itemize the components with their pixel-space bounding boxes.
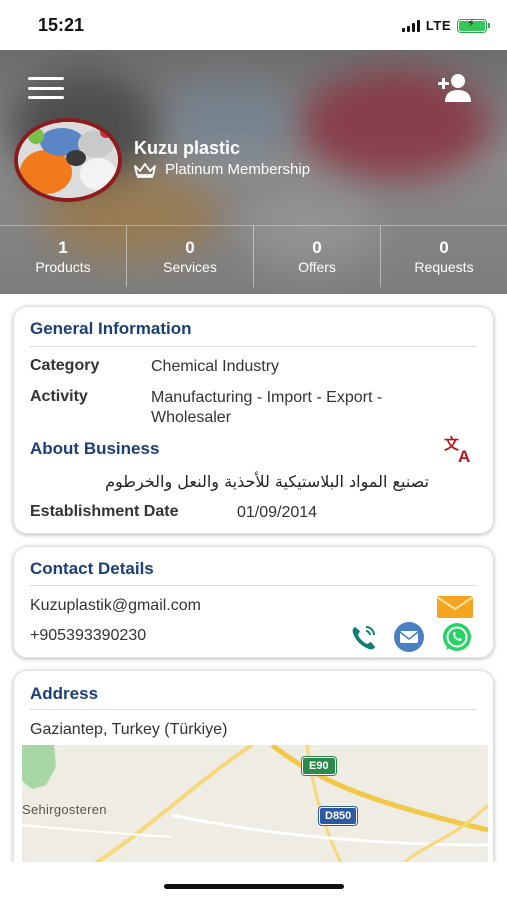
battery-icon: ⚡: [457, 18, 490, 33]
membership-row: Platinum Membership: [134, 161, 310, 178]
divider: [30, 346, 477, 347]
category-label: Category: [30, 357, 100, 374]
mail-icon[interactable]: [436, 596, 474, 618]
company-name: Kuzu plastic: [134, 138, 241, 158]
contact-details-card: Contact Details Kuzuplastik@gmail.com +9…: [13, 546, 494, 658]
stats-bar: 1 Products 0 Services 0 Offers 0 Request…: [0, 225, 507, 287]
svg-text:A: A: [458, 447, 470, 464]
establishment-value: 01/09/2014: [237, 504, 318, 521]
company-avatar[interactable]: [14, 118, 122, 202]
about-business-title: About Business: [30, 439, 160, 458]
crown-icon: [134, 162, 156, 178]
contact-details-title: Contact Details: [30, 559, 154, 578]
status-bar: 15:21 LTE ⚡: [0, 0, 507, 50]
location-map[interactable]: Sehirgosteren E90 D850: [22, 745, 488, 865]
category-value: Chemical Industry: [151, 358, 280, 375]
translate-icon[interactable]: 文 A: [443, 434, 477, 466]
activity-value-line2: Wholesaler: [151, 409, 232, 426]
stat-offers[interactable]: 0 Offers: [254, 226, 381, 287]
stat-value: 1: [58, 238, 68, 257]
message-icon[interactable]: [393, 622, 425, 652]
stat-requests[interactable]: 0 Requests: [381, 226, 507, 287]
profile-header: Kuzu plastic Platinum Membership 1 Produ…: [0, 50, 507, 294]
stat-value: 0: [312, 238, 322, 257]
whatsapp-icon[interactable]: [441, 622, 473, 652]
membership-label: Platinum Membership: [165, 161, 311, 178]
phone-icon[interactable]: [349, 623, 379, 651]
activity-value-line1: Manufacturing - Import - Export -: [151, 389, 383, 406]
address-title: Address: [30, 684, 99, 703]
divider: [30, 585, 477, 586]
address-location: Gaziantep, Turkey (Türkiye): [30, 721, 228, 738]
stat-label: Services: [163, 259, 217, 275]
contact-phone[interactable]: +905393390230: [30, 627, 146, 645]
address-card: Address Gaziantep, Turkey (Türkiye) Sehi…: [13, 670, 494, 882]
establishment-label: Establishment Date: [30, 503, 179, 520]
network-type: LTE: [425, 18, 451, 33]
stat-value: 0: [185, 238, 195, 257]
divider: [30, 709, 477, 710]
activity-label: Activity: [30, 388, 88, 405]
stat-services[interactable]: 0 Services: [127, 226, 254, 287]
road-shield-d850: D850: [319, 807, 358, 825]
menu-icon[interactable]: [28, 77, 64, 99]
bottom-area: [0, 862, 507, 900]
stat-value: 0: [439, 238, 449, 257]
road-shield-e90: E90: [302, 757, 336, 775]
stat-label: Offers: [298, 259, 336, 275]
home-indicator[interactable]: [164, 884, 344, 889]
status-indicators: LTE ⚡: [401, 18, 490, 33]
general-information-card: General Information Category Chemical In…: [13, 306, 494, 534]
contact-email[interactable]: Kuzuplastik@gmail.com: [30, 597, 201, 615]
status-time: 15:21: [38, 15, 85, 35]
stat-label: Products: [35, 259, 91, 275]
signal-icon: [401, 19, 420, 32]
about-business-text: تصنيع المواد البلاستيكية للأحذية والنعل …: [105, 472, 429, 491]
general-information-title: General Information: [30, 319, 192, 338]
stat-label: Requests: [414, 259, 474, 275]
stat-products[interactable]: 1 Products: [0, 226, 127, 287]
map-place-label: Sehirgosteren: [22, 802, 107, 817]
add-user-icon[interactable]: [437, 72, 473, 104]
